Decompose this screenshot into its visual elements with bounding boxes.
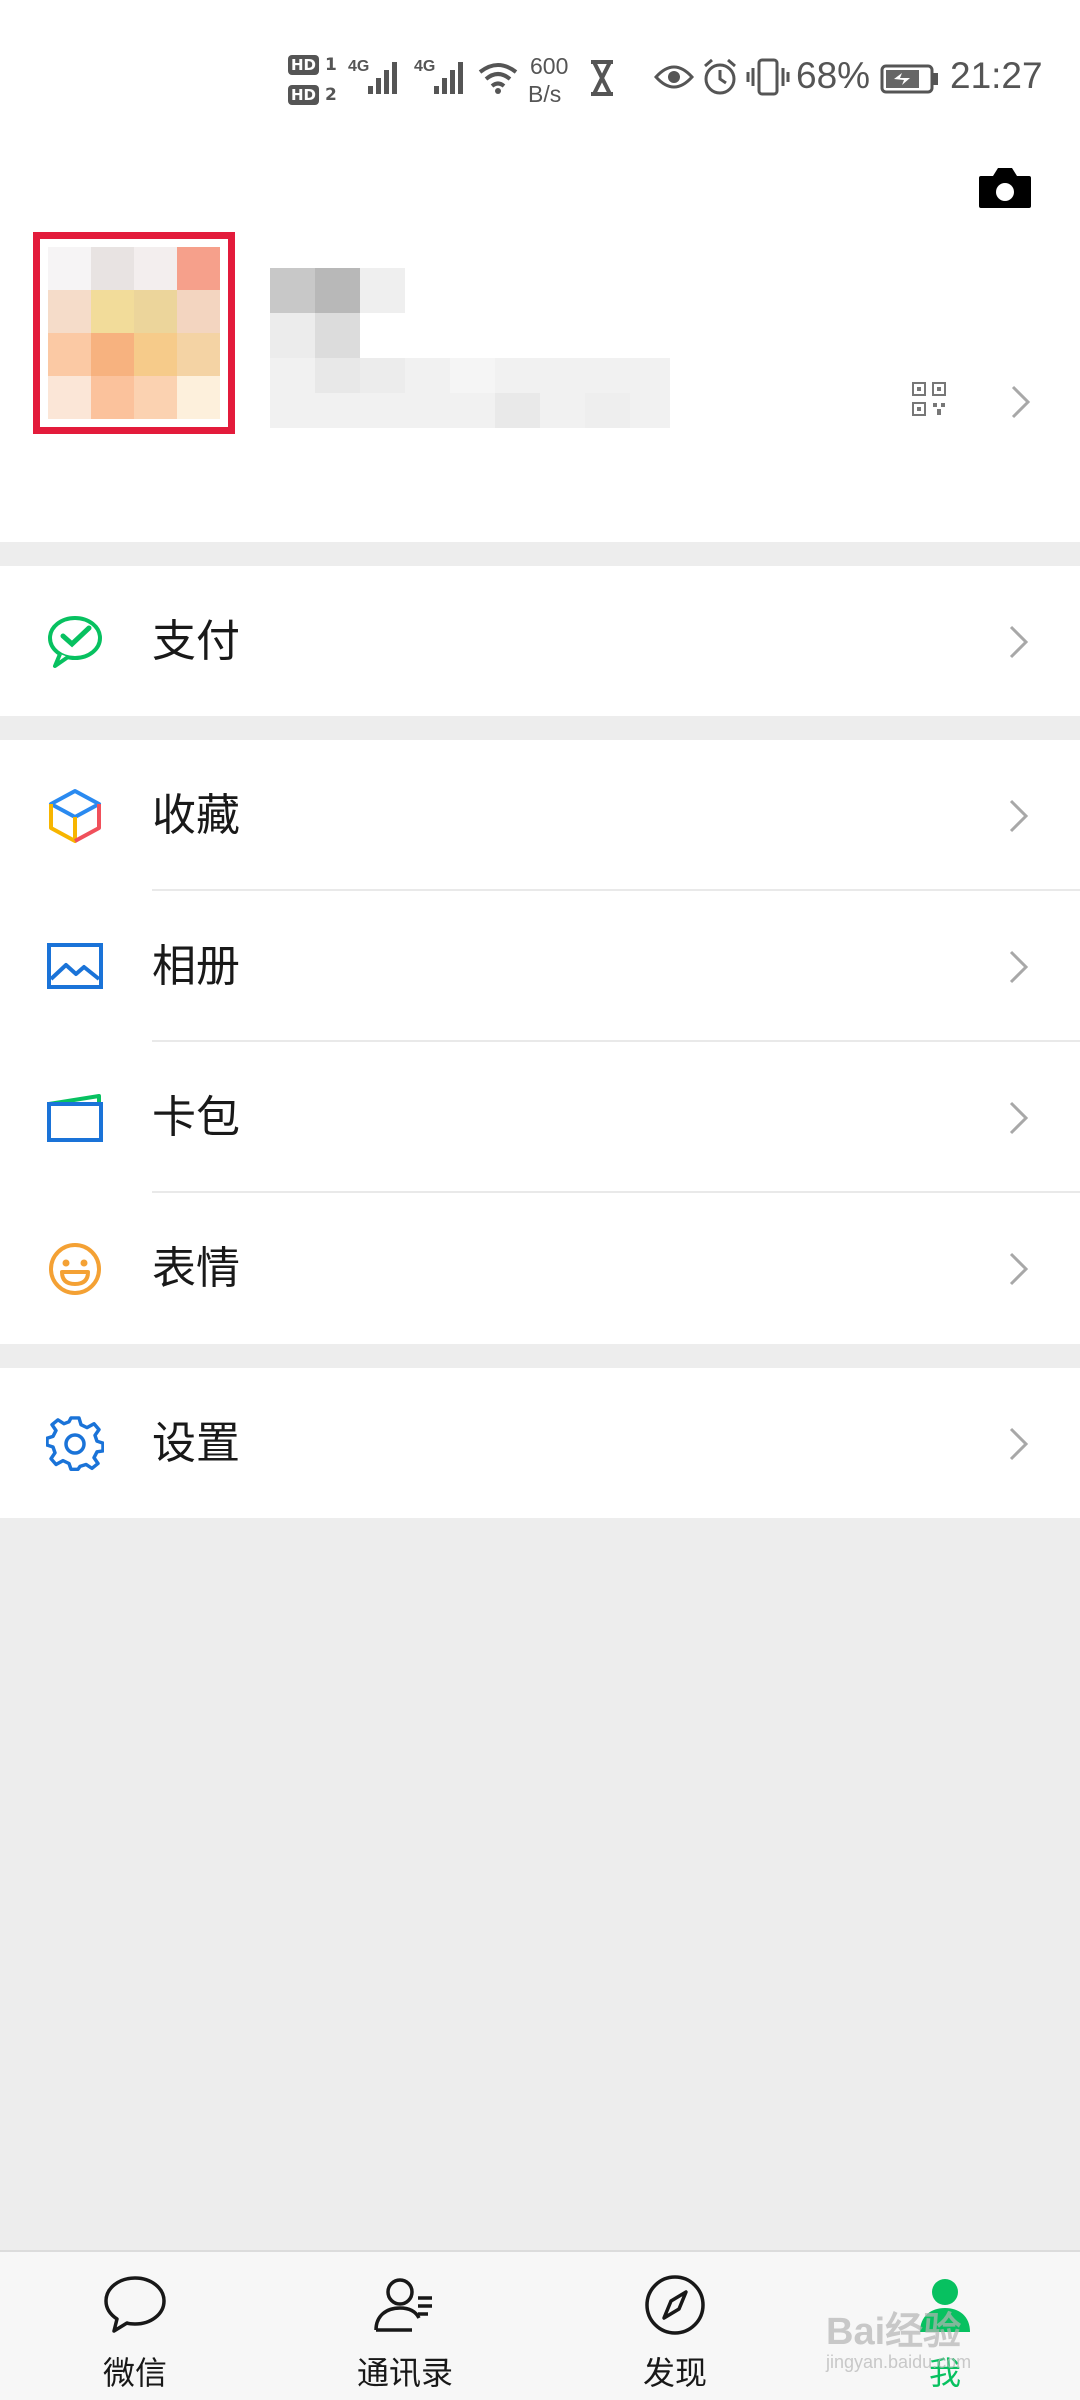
menu-label-stickers: 表情 xyxy=(152,1243,240,1294)
chevron-right-icon xyxy=(1009,1252,1029,1286)
smiley-icon xyxy=(49,1243,101,1295)
gear-icon xyxy=(46,1416,104,1472)
camera-icon[interactable] xyxy=(977,164,1033,210)
watermark-url: jingyan.baidu.com xyxy=(826,2352,972,2372)
hourglass-icon xyxy=(591,60,613,96)
wifi-icon xyxy=(478,63,518,94)
menu-item-settings[interactable]: 设置 xyxy=(0,1368,1080,1519)
chevron-right-icon xyxy=(1009,1427,1029,1461)
sim-hd-indicators: HD 1 HD 2 xyxy=(288,50,338,110)
network-speed: 600 B/s xyxy=(528,53,569,107)
clock: 21:27 xyxy=(950,55,1043,96)
section-collections: 收藏 相册 卡包 表情 xyxy=(0,740,1080,1344)
battery-icon xyxy=(880,64,938,94)
avatar-image-pixelated xyxy=(48,247,220,419)
menu-item-pay[interactable]: 支付 xyxy=(0,566,1080,717)
hd1-badge: HD xyxy=(288,55,320,75)
card-wallet-icon xyxy=(47,1094,103,1142)
hd2-sub: 2 xyxy=(324,85,337,105)
signal-strength-icon xyxy=(368,62,397,94)
chevron-right-icon xyxy=(1009,799,1029,833)
contacts-icon xyxy=(374,2278,432,2332)
alarm-icon xyxy=(704,58,736,95)
chevron-right-icon xyxy=(1011,385,1031,419)
menu-label-settings: 设置 xyxy=(152,1418,240,1469)
menu-label-favorites: 收藏 xyxy=(152,790,240,841)
chevron-right-icon xyxy=(1009,950,1029,984)
profile-header[interactable] xyxy=(0,140,1080,542)
menu-item-cards[interactable]: 卡包 xyxy=(0,1042,1080,1193)
chevron-right-icon xyxy=(1009,625,1029,659)
tab-label-chats: 微信 xyxy=(102,2354,167,2392)
chat-bubble-icon xyxy=(104,2276,166,2333)
menu-label-pay: 支付 xyxy=(152,616,240,667)
username-pixelated xyxy=(270,268,670,428)
menu-item-favorites[interactable]: 收藏 xyxy=(0,740,1080,891)
section-settings: 设置 xyxy=(0,1368,1080,1518)
tab-label-contacts: 通讯录 xyxy=(356,2354,453,2392)
wechat-pay-icon xyxy=(48,616,102,668)
cube-icon xyxy=(49,789,101,843)
qr-code-icon[interactable] xyxy=(912,382,946,416)
menu-label-cards: 卡包 xyxy=(152,1092,240,1143)
vibrate-icon xyxy=(746,58,790,96)
signal-strength-icon xyxy=(434,62,463,94)
battery-percent: 68% xyxy=(796,55,871,96)
status-bar: HD 1 HD 2 4G 4G 600 B/s 68% 21:27 xyxy=(0,0,1080,140)
hd2-badge: HD xyxy=(288,85,320,105)
watermark-logo: Bai经验 xyxy=(826,2311,962,2353)
compass-icon xyxy=(645,2275,705,2335)
tab-label-discover: 发现 xyxy=(642,2354,707,2392)
picture-icon xyxy=(47,943,103,989)
menu-item-album[interactable]: 相册 xyxy=(0,891,1080,1042)
eye-icon xyxy=(654,65,694,89)
menu-label-album: 相册 xyxy=(152,941,240,992)
tab-contacts[interactable]: 通讯录 xyxy=(270,2252,540,2400)
menu-item-stickers[interactable]: 表情 xyxy=(0,1193,1080,1344)
hd1-sub: 1 xyxy=(324,55,337,75)
tab-discover[interactable]: 发现 xyxy=(540,2252,810,2400)
section-pay: 支付 xyxy=(0,566,1080,716)
chevron-right-icon xyxy=(1009,1101,1029,1135)
tab-chats[interactable]: 微信 xyxy=(0,2252,270,2400)
avatar[interactable] xyxy=(33,232,235,434)
